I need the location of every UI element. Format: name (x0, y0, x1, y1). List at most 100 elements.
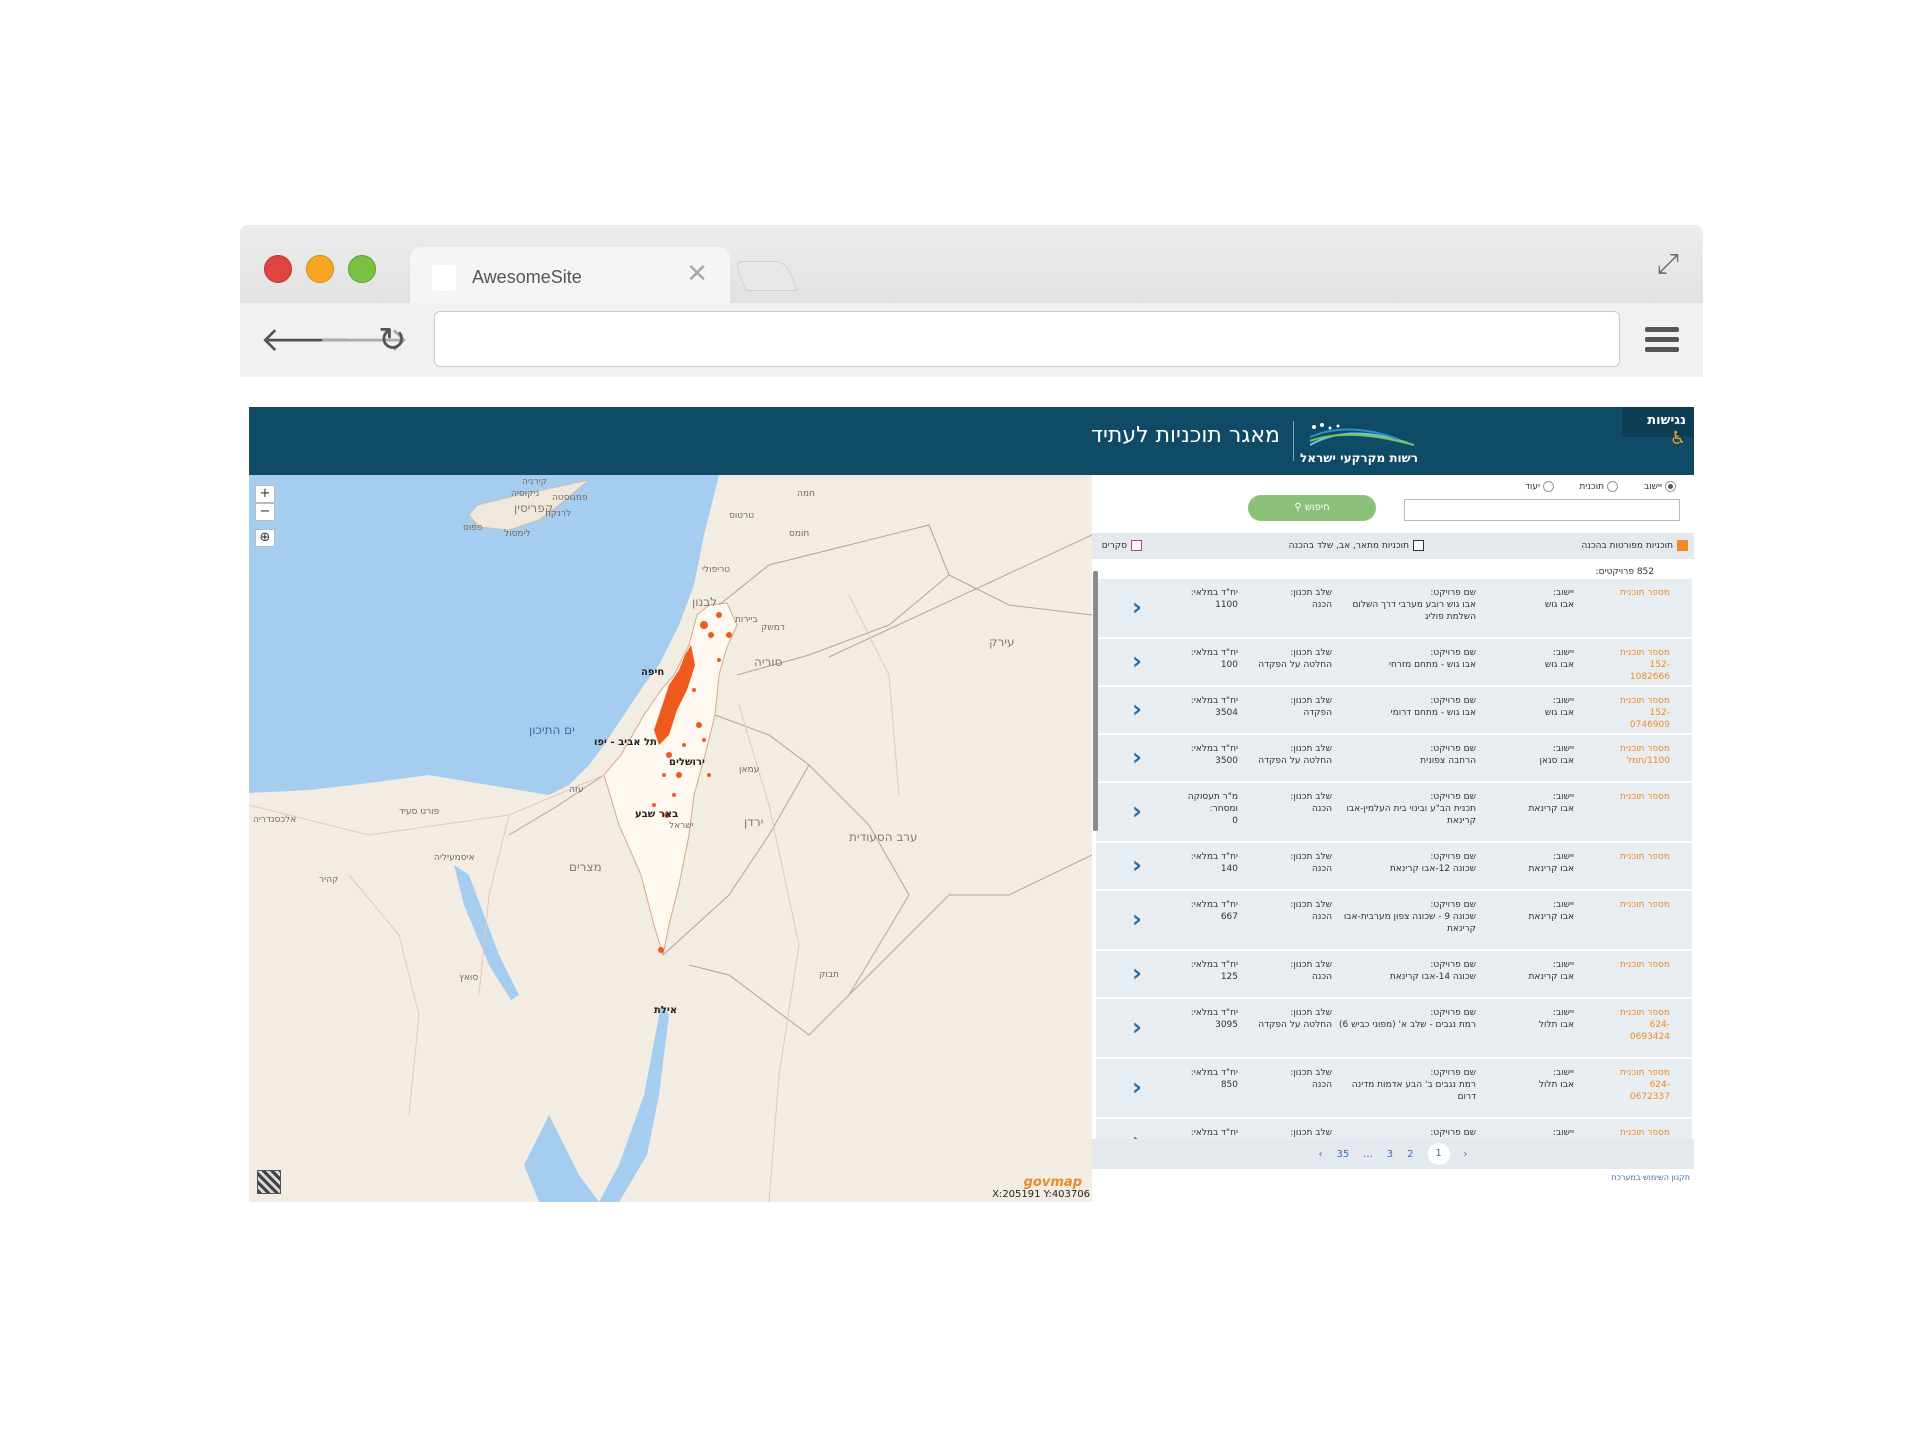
map-label-sea: ים התיכון (529, 723, 575, 737)
map-view[interactable]: קירניה ניקוסיה קפריסין פמגוסטה לרנקה לימ… (249, 475, 1092, 1202)
chevron-left-icon[interactable]: ‹ (1132, 1013, 1142, 1041)
settlement-label: יישוב: (1552, 1008, 1574, 1018)
planning-stage-value: הכנה (1311, 804, 1332, 814)
filter-detailed-plans[interactable]: תוכניות מפורטות בהכנה (1581, 540, 1688, 551)
result-row[interactable]: מספר תוכנית יישוב: אבו גוש שם פרויקט: אבו גו… (1096, 579, 1692, 639)
result-row[interactable]: מספר תוכנית 1100/תמל יישוב: אבו סנאן שם פרוי… (1096, 735, 1692, 783)
logo[interactable]: רשות מקרקעי ישראל (1300, 419, 1418, 465)
housing-units-label: יח"ד במלאי: (1190, 900, 1238, 910)
chevron-left-icon[interactable]: ‹ (1132, 1073, 1142, 1101)
radio-city-indicator[interactable] (1665, 481, 1676, 492)
close-window-button[interactable] (264, 255, 292, 283)
chevron-left-icon[interactable]: ‹ (1132, 797, 1142, 825)
project-name: שם פרויקט: שכונה 9 - שכונה צפון מערבית-אב… (1336, 899, 1476, 935)
zoom-out-button[interactable]: − (255, 503, 275, 521)
map-label-tartus: טרטוס (729, 511, 755, 521)
page-link[interactable]: 3 (1387, 1149, 1393, 1160)
address-bar[interactable] (434, 311, 1620, 367)
radio-designation[interactable]: יעוד (1525, 481, 1554, 492)
chevron-left-icon[interactable]: ‹ (1132, 1127, 1142, 1139)
basemap-layers-icon[interactable] (257, 1170, 281, 1194)
result-row[interactable]: מספר תוכנית 624-0672337 יישוב: אבו תלול שם פ… (1096, 1059, 1692, 1119)
radio-designation-indicator[interactable] (1543, 481, 1554, 492)
project-name: שם פרויקט: תכנית הב"ע ובינוי בית העלמין-א… (1336, 791, 1477, 827)
settlement-value: אבו קרינאת (1528, 864, 1574, 874)
terms-of-use-link[interactable]: תקנון השימוש במערכת (1611, 1173, 1690, 1182)
page-link[interactable]: 2 (1407, 1149, 1413, 1160)
zoom-box-icon[interactable]: ⊕ (255, 529, 275, 547)
planning-stage: שלב תכנון: הפקדה (1242, 695, 1332, 719)
plan-number-value: 152-0746909 (1629, 708, 1670, 730)
result-row[interactable]: מספר תוכנית 152-0746909 יישוב: אבו גוש שם פר… (1096, 687, 1692, 735)
accessibility-button[interactable]: נגישות ♿ (1622, 407, 1694, 449)
settlement-label: יישוב: (1552, 1068, 1574, 1078)
results-list[interactable]: מספר תוכנית יישוב: אבו גוש שם פרויקט: אבו גו… (1096, 579, 1694, 1139)
reload-icon[interactable]: ↻ (378, 323, 407, 357)
planning-stage-label: שלב תכנון: (1290, 588, 1332, 598)
page-link[interactable]: › (1464, 1149, 1468, 1160)
page-link[interactable]: 35 (1336, 1149, 1349, 1160)
plan-number: מספר תוכנית 624-0672337 (1610, 1067, 1670, 1103)
chevron-left-icon[interactable]: ‹ (1132, 905, 1142, 933)
plan-number-label: מספר תוכנית (1619, 792, 1670, 802)
settlement: יישוב: אבו גוש (1514, 695, 1574, 719)
new-tab-button[interactable] (734, 261, 798, 291)
results-scrollbar[interactable] (1093, 571, 1098, 831)
browser-window: AwesomeSite ✕ ⤢ 🡐 🡒 ↻ (240, 225, 1703, 377)
chevron-left-icon[interactable]: ‹ (1132, 959, 1142, 987)
zoom-in-button[interactable]: + (255, 485, 275, 503)
minimize-window-button[interactable] (306, 255, 334, 283)
logo-waves-icon (1309, 423, 1415, 446)
plan-number: מספר תוכנית (1610, 587, 1670, 599)
tab-title: AwesomeSite (472, 267, 582, 287)
planning-stage-value: הכנה (1311, 972, 1332, 982)
map-label-iraq: עירק (989, 635, 1015, 649)
plan-number: מספר תוכנית (1610, 959, 1670, 971)
planning-stage: שלב תכנון: הכנה (1242, 959, 1332, 983)
housing-units-value: 3504 (1215, 708, 1238, 718)
map-label-beirut: ביירות (735, 615, 758, 625)
page-link[interactable]: ‹ (1318, 1149, 1322, 1160)
filter-master-plans-checkbox[interactable] (1413, 540, 1424, 551)
map-canvas[interactable] (249, 475, 1092, 1202)
chevron-left-icon[interactable]: ‹ (1132, 743, 1142, 771)
fullscreen-icon[interactable]: ⤢ (1657, 247, 1679, 281)
chevron-left-icon[interactable]: ‹ (1132, 647, 1142, 675)
filter-master-plans[interactable]: תוכניות מתאר, אב, שלד בהכנה (1289, 540, 1424, 551)
chevron-left-icon[interactable]: ‹ (1132, 593, 1142, 621)
result-row[interactable]: מספר תוכנית יישוב: אבו קרינאת שם פרויקט: שכו… (1096, 951, 1692, 999)
filter-surveys[interactable]: סקרים (1102, 540, 1142, 551)
chevron-left-icon[interactable]: ‹ (1132, 851, 1142, 879)
map-label-larnaca: לרנקה (545, 509, 572, 519)
radio-plan-indicator[interactable] (1607, 481, 1618, 492)
map-label-haifa: חיפה (641, 667, 665, 678)
page-link[interactable]: 1 (1427, 1143, 1450, 1165)
result-row[interactable]: מספר תוכנית 624-0693424 יישוב: אבו תלול שם פ… (1096, 999, 1692, 1059)
project-name-value: שכונה 12-אבו קרינאת (1389, 864, 1476, 874)
map-label-cairo: קהיר (319, 875, 339, 885)
radio-plan[interactable]: תוכנית (1579, 481, 1618, 492)
search-button[interactable]: חיפוש ⚲ (1248, 495, 1376, 521)
filter-detailed-plans-checkbox[interactable] (1677, 540, 1688, 551)
planning-stage-label: שלב תכנון: (1290, 696, 1332, 706)
chevron-left-icon[interactable]: ‹ (1132, 695, 1142, 723)
planning-stage: שלב תכנון: הכנה (1242, 587, 1332, 611)
page-link[interactable]: ... (1363, 1149, 1373, 1160)
result-row[interactable]: מספר תוכנית יישוב:אבו תלול שם פרויקט:אבו ת… (1096, 1119, 1692, 1139)
settlement-value: אבו קרינאת (1528, 972, 1574, 982)
menu-icon[interactable] (1645, 327, 1679, 357)
result-row[interactable]: מספר תוכנית 152-1082666 יישוב: אבו גוש שם פר… (1096, 639, 1692, 687)
planning-stage-label: שלב תכנון: (1290, 744, 1332, 754)
result-row[interactable]: מספר תוכנית יישוב: אבו קרינאת שם פרויקט: שכו… (1096, 843, 1692, 891)
result-row[interactable]: מספר תוכנית יישוב: אבו קרינאת שם פרויקט: שכו… (1096, 891, 1692, 951)
filter-surveys-checkbox[interactable] (1131, 540, 1142, 551)
search-input[interactable] (1404, 499, 1680, 521)
close-tab-icon[interactable]: ✕ (686, 259, 708, 289)
plan-number-label: מספר תוכנית (1619, 744, 1670, 754)
result-row[interactable]: מספר תוכנית יישוב: אבו קרינאת שם פרויקט: תכנ… (1096, 783, 1692, 843)
plan-number-label: מספר תוכנית (1619, 648, 1670, 658)
housing-units-label: יח"ד במלאי: (1190, 1008, 1238, 1018)
browser-tab[interactable]: AwesomeSite ✕ (410, 247, 730, 303)
radio-city[interactable]: יישוב (1644, 481, 1676, 492)
zoom-window-button[interactable] (348, 255, 376, 283)
